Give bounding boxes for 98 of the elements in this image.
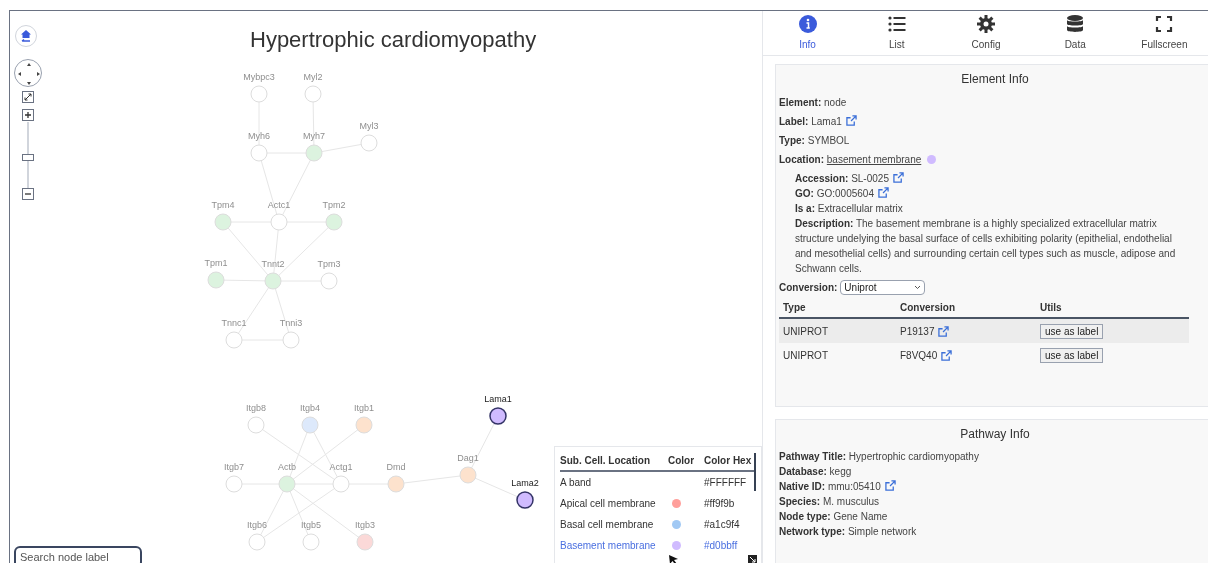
info-text: Element: node [779, 97, 847, 108]
column-header: Conversion [900, 300, 956, 315]
info-text: Pathway Title: Hypertrophic cardiomyopathy [779, 451, 979, 462]
tab[interactable]: Info [763, 11, 853, 55]
use-as-label-button[interactable]: use as label [1040, 347, 1104, 363]
node-label: Tpm3 [316, 260, 342, 269]
info-text: Network type: Simple network [779, 526, 917, 537]
external-link-icon[interactable] [938, 325, 950, 337]
tab[interactable]: Data [1030, 11, 1120, 55]
info-text: Label: Lama1 [779, 116, 842, 127]
graph-node[interactable] [516, 491, 534, 509]
node-label: Itgb5 [300, 521, 322, 530]
info-text: Node type: Gene Name [779, 511, 888, 522]
info-text: Native ID: mmu:05410 [779, 481, 881, 492]
info-text: Location: basement membrane [779, 154, 922, 165]
scrollbar[interactable] [754, 453, 756, 491]
card-title: Pathway Info [959, 426, 1031, 443]
legend-location[interactable]: Apical cell membrane [560, 496, 668, 511]
color-hex: #FFFFFF [704, 476, 748, 490]
info-text: Species: M. musculus [779, 496, 880, 507]
expand-icon [24, 93, 32, 101]
node-label: Itgb3 [354, 521, 376, 530]
list-icon [886, 14, 907, 34]
node-label: Myh6 [247, 132, 271, 141]
node-label: Tpm1 [203, 259, 229, 268]
node-label: Lama2 [510, 479, 540, 488]
zoom-in-button[interactable] [22, 109, 34, 121]
column-header: Type [783, 300, 807, 315]
info-text: Database: kegg [779, 466, 852, 477]
node-label: Actb [277, 463, 297, 472]
info-text: Accession: SL-0025 [795, 173, 889, 184]
column-header: Sub. Cell. Location [560, 453, 651, 468]
node-label: Itgb6 [246, 521, 268, 530]
column-header: Utils [1040, 300, 1063, 315]
external-link-icon[interactable] [877, 187, 889, 198]
plus-icon [24, 111, 32, 119]
node-label: Dmd [385, 463, 407, 472]
tab[interactable]: Config [941, 11, 1031, 55]
conversion-dropdown[interactable]: Uniprot [840, 280, 926, 295]
legend-location[interactable]: Basal cell membrane [560, 517, 668, 532]
node-label: Tnnc1 [220, 319, 248, 328]
search-field[interactable]: Search node label [14, 546, 142, 563]
zoom-slider-handle[interactable] [22, 154, 34, 161]
color-hex: #a1c9f4 [704, 518, 741, 532]
info-text: Description: The basement membrane is a highly specialized extracellular matrix structure undelying the basal surface of cells exhibiting polarity (epithelial, endothelial and mesothelial cells) and surrounding certain cell types such as muscle, adipose and Schwann cells. [795, 218, 1176, 274]
pan-control[interactable] [14, 59, 42, 87]
gear-icon [976, 14, 996, 34]
legend-location[interactable]: Basement membrane [560, 538, 668, 553]
node-label: Itgb4 [299, 404, 321, 413]
home-button[interactable] [15, 25, 37, 47]
resize-icon[interactable] [748, 555, 757, 563]
color-hex: #d0bbff [704, 539, 739, 553]
column-header: Color [668, 453, 696, 468]
color-hex: #ff9f9b [704, 497, 736, 511]
node-label: Mybpc3 [242, 73, 276, 82]
graph-title: Hypertrophic cardiomyopathy [250, 26, 537, 54]
node-label: Tnni3 [278, 319, 304, 328]
node-label: Lama1 [483, 395, 513, 404]
node-label: Tnnt2 [260, 260, 286, 269]
use-as-label-button[interactable]: use as label [1040, 323, 1104, 339]
database-icon [1065, 14, 1086, 34]
conversion-label: Conversion: [779, 281, 838, 295]
fullscreen-icon [1154, 14, 1175, 34]
external-link-icon[interactable] [845, 115, 857, 126]
fit-button[interactable] [22, 91, 34, 103]
mouse-cursor-icon [668, 554, 680, 563]
home-icon [19, 29, 33, 43]
legend-location[interactable]: A band [560, 475, 668, 490]
info-text: Is a: Extracellular matrix [795, 203, 903, 214]
tab[interactable]: Fullscreen [1119, 11, 1208, 55]
column-header: Color Hex [704, 453, 753, 468]
external-link-icon[interactable] [884, 480, 896, 491]
node-label: Tpm4 [210, 201, 236, 210]
graph-node[interactable] [489, 407, 507, 425]
zoom-out-button[interactable] [22, 188, 34, 200]
table-cell-text: P19137 [900, 324, 935, 339]
node-label: Itgb8 [245, 404, 267, 413]
node-label: Actg1 [328, 463, 354, 472]
chevron-down-icon [914, 285, 922, 290]
table-cell-text: UNIPROT [783, 348, 829, 363]
node-label: Itgb7 [223, 463, 245, 472]
node-label: Myh7 [302, 132, 326, 141]
card-title: Element Info [960, 71, 1030, 88]
table-cell-text: UNIPROT [783, 324, 829, 339]
table-cell-text: F8VQ40 [900, 348, 938, 363]
node-label: Myl2 [302, 73, 324, 82]
tab[interactable]: List [852, 11, 942, 55]
info-icon [797, 14, 818, 34]
node-label: Tpm2 [321, 201, 347, 210]
node-label: Dag1 [456, 454, 480, 463]
external-link-icon[interactable] [892, 172, 904, 183]
external-link-icon[interactable] [941, 349, 953, 361]
node-label: Myl3 [358, 122, 380, 131]
minus-icon [24, 190, 32, 198]
info-text: Type: SYMBOL [779, 135, 850, 146]
node-label: Itgb1 [353, 404, 375, 413]
node-label: Actc1 [266, 201, 292, 210]
info-text: GO: GO:0005604 [795, 188, 874, 199]
